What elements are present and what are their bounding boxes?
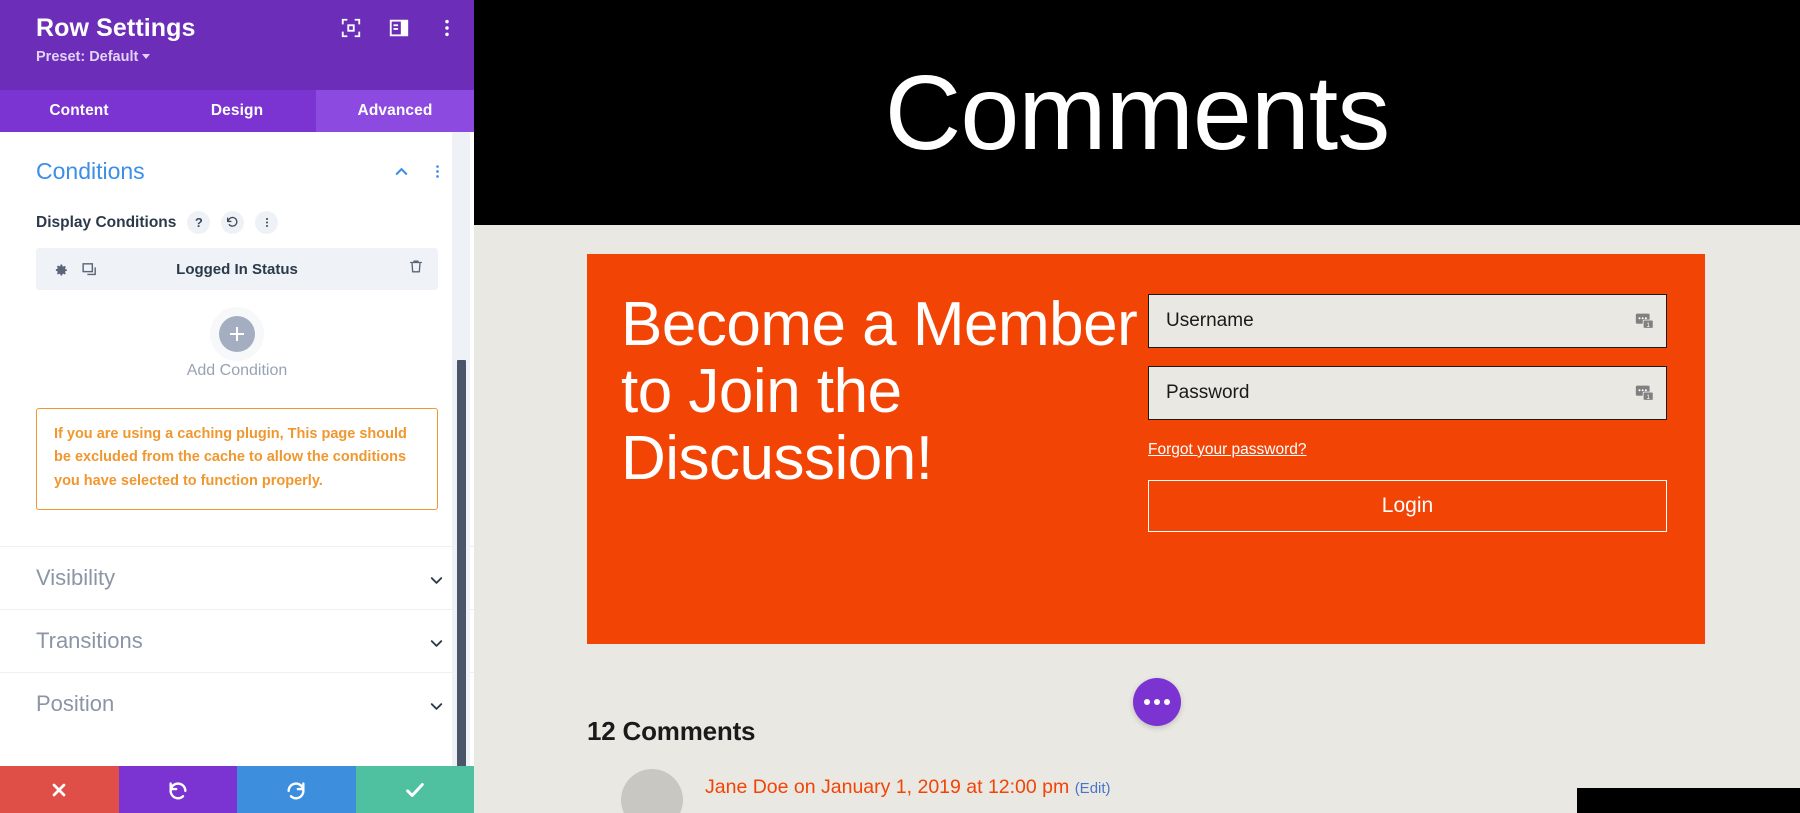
checkmark-icon	[405, 782, 424, 797]
membership-promo-row: Become a Member to Join the Discussion! …	[587, 254, 1705, 644]
layout-panel-icon[interactable]	[388, 17, 410, 39]
comment-item: Jane Doe on January 1, 2019 at 12:00 pm …	[587, 769, 1705, 813]
comments-section: 12 Comments Jane Doe on January 1, 2019 …	[587, 678, 1705, 813]
svg-text:1: 1	[1646, 322, 1650, 329]
redo-icon	[287, 781, 305, 799]
accordion-position[interactable]: Position	[0, 672, 474, 735]
password-manager-icon[interactable]: 1	[1634, 310, 1656, 332]
avatar	[621, 769, 683, 813]
focus-icon[interactable]	[340, 17, 362, 39]
chevron-down-icon	[430, 703, 443, 711]
promo-heading: Become a Member to Join the Discussion!	[621, 290, 1138, 493]
ellipsis-dot	[1144, 699, 1150, 705]
more-options-fab[interactable]	[1133, 678, 1181, 726]
gear-icon[interactable]	[52, 261, 69, 278]
tab-advanced[interactable]: Advanced	[316, 90, 474, 132]
conditions-section-header: Conditions	[0, 132, 474, 185]
password-manager-icon[interactable]: 1	[1634, 382, 1656, 404]
username-input[interactable]	[1148, 294, 1667, 348]
promo-text-column: Become a Member to Join the Discussion!	[621, 290, 1148, 493]
password-field-wrap: 1	[1148, 366, 1667, 420]
more-vertical-icon[interactable]	[255, 211, 279, 234]
panel-header: Row Settings Preset: Default	[0, 0, 474, 90]
trash-icon[interactable]	[408, 258, 424, 280]
accordion-visibility[interactable]: Visibility	[0, 546, 474, 609]
add-condition-label: Add Condition	[186, 362, 288, 379]
forgot-password-link[interactable]: Forgot your password?	[1148, 441, 1307, 459]
login-button[interactable]: Login	[1148, 480, 1667, 532]
tab-design[interactable]: Design	[158, 90, 316, 132]
close-x-icon	[52, 783, 66, 796]
svg-text:1: 1	[1646, 394, 1650, 401]
accordion-label: Transitions	[36, 628, 143, 654]
bottom-black-bar	[1577, 788, 1800, 813]
condition-left-icons	[52, 261, 98, 278]
ellipsis-dot	[1154, 699, 1160, 705]
panel-header-actions	[340, 17, 458, 39]
panel-footer	[0, 766, 474, 813]
comment-meta: Jane Doe on January 1, 2019 at 12:00 pm …	[705, 769, 1111, 813]
undo-reset-icon[interactable]	[221, 211, 245, 234]
settings-tabs: Content Design Advanced	[0, 90, 474, 132]
chevron-down-icon	[430, 640, 443, 648]
undo-button[interactable]	[118, 766, 237, 813]
page-preview: Comments Become a Member to Join the Dis…	[474, 0, 1800, 813]
ellipsis-dot	[1164, 699, 1170, 705]
field-label: Display Conditions	[36, 213, 177, 231]
redo-button[interactable]	[237, 766, 356, 813]
undo-icon	[169, 781, 187, 799]
more-vertical-icon[interactable]	[429, 162, 446, 181]
chevron-down-icon	[142, 53, 151, 59]
duplicate-icon[interactable]	[81, 261, 98, 278]
display-conditions-field: Display Conditions ?	[0, 185, 474, 234]
comment-edit-link[interactable]: (Edit)	[1075, 780, 1111, 797]
hero-banner: Comments	[474, 0, 1800, 225]
preset-label: Preset: Default	[36, 48, 139, 65]
condition-item[interactable]: Logged In Status	[36, 248, 438, 290]
accordion-list: Visibility Transitions Position	[0, 546, 474, 735]
accordion-label: Position	[36, 691, 115, 717]
comment-author-date: Jane Doe on January 1, 2019 at 12:00 pm	[705, 776, 1070, 798]
section-actions	[392, 162, 446, 181]
hero-title: Comments	[884, 53, 1390, 172]
accordion-label: Visibility	[36, 565, 116, 591]
chevron-down-icon	[430, 577, 443, 585]
save-button[interactable]	[355, 766, 474, 813]
screen-root: Row Settings Preset: Default Content Des…	[0, 0, 1800, 813]
preset-selector[interactable]: Preset: Default	[36, 48, 151, 65]
panel-scrollbar-thumb[interactable]	[457, 360, 466, 766]
warning-text: If you are using a caching plugin, This …	[54, 426, 407, 489]
more-vertical-icon[interactable]	[436, 17, 458, 39]
plus-icon[interactable]	[219, 316, 255, 352]
caching-warning: If you are using a caching plugin, This …	[36, 408, 438, 511]
tab-content[interactable]: Content	[0, 90, 158, 132]
question-mark-icon[interactable]: ?	[187, 211, 211, 234]
cancel-button[interactable]	[0, 766, 119, 813]
panel-body: Conditions Display Conditions ? Logged I…	[0, 132, 474, 766]
password-input[interactable]	[1148, 366, 1667, 420]
section-title: Conditions	[36, 158, 145, 184]
accordion-transitions[interactable]: Transitions	[0, 609, 474, 672]
username-field-wrap: 1	[1148, 294, 1667, 348]
add-condition-control[interactable]: Add Condition	[0, 316, 474, 380]
chevron-up-icon[interactable]	[392, 162, 411, 181]
row-settings-panel: Row Settings Preset: Default Content Des…	[0, 0, 474, 813]
login-form: 1 1 Forgot your password? Login	[1148, 292, 1675, 532]
